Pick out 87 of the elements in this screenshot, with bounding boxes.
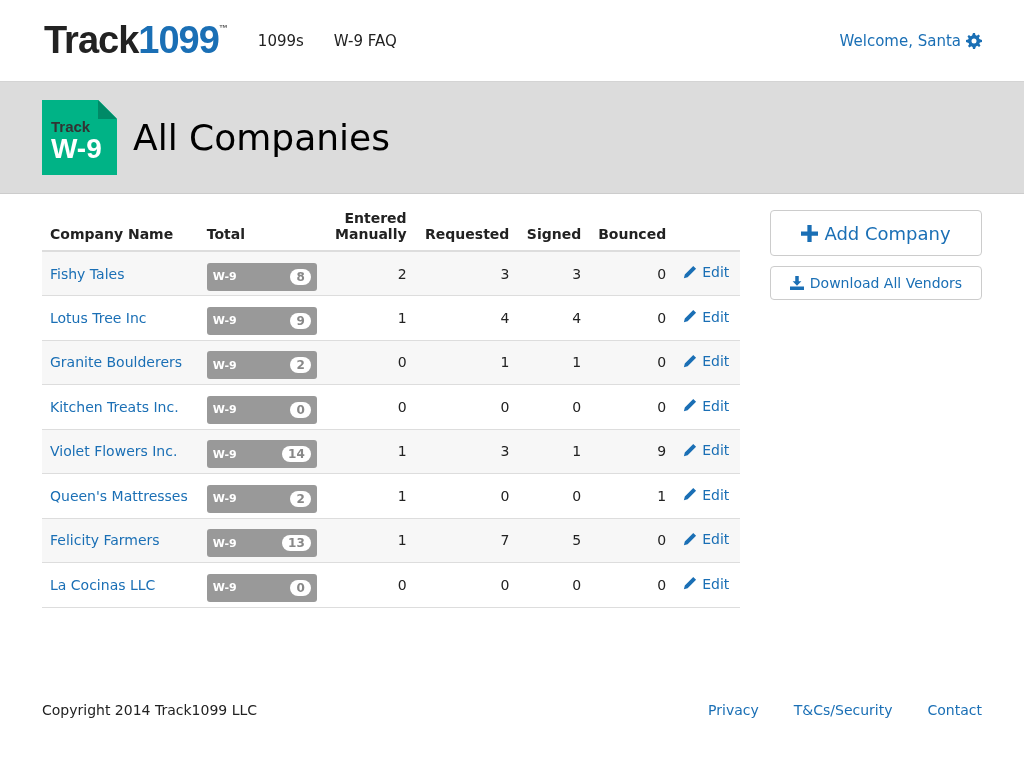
table-cell: 1 [324,518,415,563]
pencil-icon [682,487,698,502]
edit-link[interactable]: Edit [682,531,730,547]
form-label: W-9 [212,536,237,550]
pencil-icon [682,442,698,458]
count-pill: 14 [282,446,311,463]
track1099-logo[interactable]: Track1099™ [44,19,228,62]
table-cell: 1 [414,340,518,385]
copyright-text: Copyright 2014 Track1099 LLC [42,702,258,718]
edit-link[interactable]: Edit [682,486,730,503]
edit-link[interactable]: Edit [682,353,730,369]
edit-link[interactable]: Edit [682,575,730,592]
table-cell: 0 [517,473,590,518]
page-title: All Companies [133,117,390,158]
table-cell: 0 [589,518,675,563]
table-cell: 1 [589,473,675,518]
table-cell: 3 [414,429,518,474]
footer-link[interactable]: T&Cs/Security [793,702,893,718]
download-icon [789,276,804,290]
pencil-icon [682,309,698,324]
count-pill: 0 [290,579,311,596]
table-cell: 4 [517,295,590,340]
company-link[interactable]: Felicity Farmers [50,532,160,549]
count-pill: 13 [282,535,311,552]
table-cell: 2 [324,251,415,296]
company-link[interactable]: Granite Boulderers [50,354,183,371]
table-cell: 0 [517,562,590,607]
table-cell: 0 [324,562,415,607]
add-company-button[interactable]: Add Company [770,210,982,256]
pencil-icon [682,531,698,547]
pencil-icon [682,264,698,280]
welcome-link[interactable]: Welcome, Santa [839,31,982,50]
footer-link[interactable]: Privacy [708,702,759,718]
table-cell: 0 [589,340,675,385]
table-cell: 0 [414,473,518,518]
settings-icon [966,32,982,49]
count-pill: 2 [290,357,311,374]
table-cell: 9 [589,429,675,474]
form-label: W-9 [212,358,237,372]
count-pill: 2 [290,490,311,507]
table-cell: 0 [517,384,590,429]
table-cell: 0 [324,340,415,385]
nav-link[interactable]: 1099s [257,31,304,50]
table-cell: 3 [414,251,518,296]
table-cell: 0 [589,384,675,429]
table-cell: 0 [589,562,675,607]
track-w9-logo: Track W-9 [42,100,117,175]
table-cell: 0 [414,384,518,429]
edit-link[interactable]: Edit [682,442,730,458]
form-label: W-9 [212,492,237,506]
company-link[interactable]: Kitchen Treats Inc. [50,398,179,415]
table-cell: 4 [414,295,518,340]
table-cell: 1 [324,473,415,518]
company-link[interactable]: Queen's Mattresses [50,487,188,504]
edit-link[interactable]: Edit [682,264,730,281]
pencil-icon [682,398,698,413]
company-link[interactable]: Violet Flowers Inc. [50,443,178,460]
table-cell: 5 [517,518,590,563]
company-link[interactable]: Lotus Tree Inc [50,309,147,326]
form-label: W-9 [212,403,237,417]
plus-icon [801,224,819,242]
table-cell: 1 [324,429,415,474]
table-cell: 7 [414,518,518,563]
form-label: W-9 [212,581,237,595]
count-pill: 9 [290,312,311,329]
table-cell: 0 [589,295,675,340]
table-cell: 0 [589,251,675,296]
count-pill: 0 [290,401,311,418]
pencil-icon [682,576,698,591]
table-cell: 1 [324,295,415,340]
form-label: W-9 [212,447,237,461]
table-cell: 1 [517,429,590,474]
form-label: W-9 [212,314,237,328]
download-vendors-button[interactable]: Download All Vendors [770,266,982,300]
edit-link[interactable]: Edit [682,308,730,325]
footer-link[interactable]: Contact [927,702,982,718]
company-link[interactable]: Fishy Tales [50,265,125,282]
table-cell: 1 [517,340,590,385]
table-cell: 0 [324,384,415,429]
company-link[interactable]: La Cocinas LLC [50,576,156,593]
nav-link[interactable]: W-9 FAQ [333,31,397,50]
form-label: W-9 [212,270,237,283]
table-cell: 0 [414,562,518,607]
count-pill: 8 [290,268,311,285]
edit-link[interactable]: Edit [682,397,730,414]
table-cell: 3 [517,251,590,296]
pencil-icon [682,353,698,369]
